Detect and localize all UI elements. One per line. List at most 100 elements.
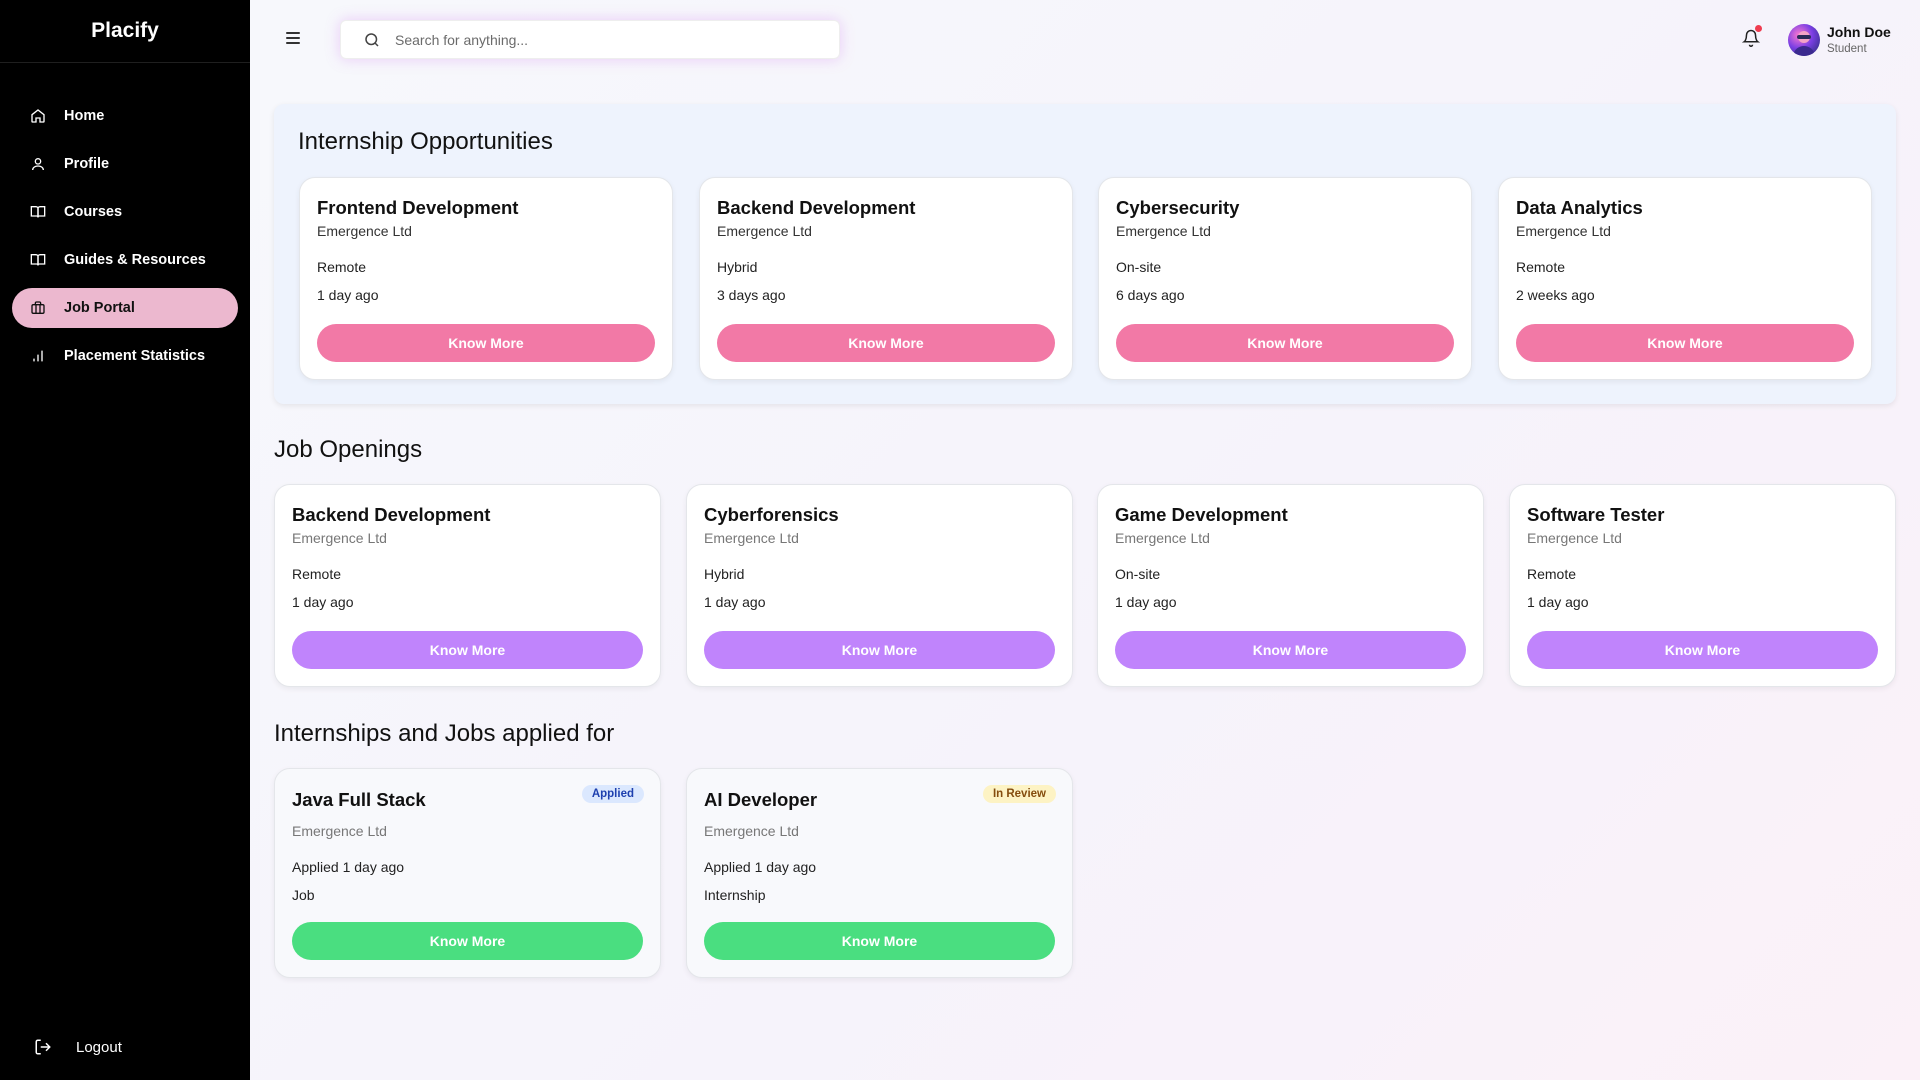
- sidebar-item-courses[interactable]: Courses: [12, 192, 238, 232]
- know-more-button[interactable]: Know More: [704, 631, 1055, 669]
- know-more-button[interactable]: Know More: [717, 324, 1055, 362]
- sidebar-nav: Home Profile Courses Guides & Resources …: [0, 63, 250, 376]
- know-more-button[interactable]: Know More: [1516, 324, 1854, 362]
- card-applied-date: Applied 1 day ago: [292, 859, 405, 875]
- logout-icon: [34, 1038, 52, 1056]
- internship-card: Data Analytics Emergence Ltd Remote 2 we…: [1498, 177, 1872, 380]
- card-company: Emergence Ltd: [1527, 530, 1622, 546]
- avatar[interactable]: [1788, 24, 1820, 56]
- card-mode: Remote: [1527, 566, 1577, 582]
- user-icon: [30, 156, 46, 172]
- card-posted: 1 day ago: [317, 287, 379, 303]
- sidebar-item-label: Job Portal: [64, 300, 135, 316]
- card-mode: Remote: [317, 259, 367, 275]
- section-title-jobs: Job Openings: [274, 436, 423, 463]
- sidebar-item-home[interactable]: Home: [12, 96, 238, 136]
- sidebar-item-profile[interactable]: Profile: [12, 144, 238, 184]
- search-bar[interactable]: [340, 20, 840, 59]
- card-title: Software Tester: [1527, 504, 1665, 525]
- internship-card: Backend Development Emergence Ltd Hybrid…: [699, 177, 1073, 380]
- card-posted: 3 days ago: [717, 287, 786, 303]
- card-mode: Remote: [292, 566, 342, 582]
- card-company: Emergence Ltd: [717, 223, 812, 239]
- sidebar-item-label: Home: [64, 108, 105, 124]
- logout-button[interactable]: Logout: [34, 1038, 122, 1056]
- logout-label: Logout: [76, 1038, 122, 1056]
- search-icon: [365, 32, 379, 47]
- notification-bell-icon[interactable]: [1741, 25, 1762, 50]
- card-mode: On-site: [1116, 259, 1162, 275]
- card-posted: 6 days ago: [1116, 287, 1185, 303]
- sidebar-item-guides[interactable]: Guides & Resources: [12, 240, 238, 280]
- card-posted: 1 day ago: [292, 594, 354, 610]
- status-badge: In Review: [982, 785, 1056, 803]
- card-type: Internship: [704, 887, 766, 903]
- user-role: Student: [1827, 43, 1867, 55]
- sidebar-item-label: Profile: [64, 156, 110, 172]
- card-company: Emergence Ltd: [292, 530, 387, 546]
- internship-card: Cybersecurity Emergence Ltd On-site 6 da…: [1098, 177, 1472, 380]
- menu-toggle-icon[interactable]: [286, 32, 300, 44]
- know-more-button[interactable]: Know More: [292, 631, 643, 669]
- book-icon: [30, 204, 46, 220]
- card-mode: Remote: [1516, 259, 1566, 275]
- job-card: Game Development Emergence Ltd On-site 1…: [1097, 484, 1484, 687]
- card-title: Game Development: [1115, 504, 1288, 525]
- card-mode: On-site: [1115, 566, 1161, 582]
- card-title: Frontend Development: [317, 197, 519, 218]
- notification-dot: [1755, 25, 1762, 32]
- card-title: Java Full Stack: [292, 789, 426, 810]
- card-title: Data Analytics: [1516, 197, 1643, 218]
- applied-card: AI Developer In Review Emergence Ltd App…: [686, 768, 1073, 978]
- card-title: Cyberforensics: [704, 504, 839, 525]
- bar-chart-icon: [30, 348, 46, 364]
- card-title: Cybersecurity: [1116, 197, 1240, 218]
- sidebar: Placify Home Profile Courses Guides & Re…: [0, 0, 250, 1080]
- top-bar: John Doe Student: [250, 0, 1920, 80]
- card-title: Backend Development: [717, 197, 916, 218]
- briefcase-icon: [30, 300, 46, 316]
- know-more-button[interactable]: Know More: [1116, 324, 1454, 362]
- card-company: Emergence Ltd: [1516, 223, 1611, 239]
- card-posted: 1 day ago: [704, 594, 766, 610]
- know-more-button[interactable]: Know More: [1527, 631, 1878, 669]
- card-posted: 1 day ago: [1527, 594, 1589, 610]
- know-more-button[interactable]: Know More: [704, 922, 1055, 960]
- home-icon: [30, 108, 46, 124]
- card-posted: 2 weeks ago: [1516, 287, 1595, 303]
- job-card: Cyberforensics Emergence Ltd Hybrid 1 da…: [686, 484, 1073, 687]
- applied-card: Java Full Stack Applied Emergence Ltd Ap…: [274, 768, 661, 978]
- user-name[interactable]: John Doe: [1827, 24, 1891, 40]
- know-more-button[interactable]: Know More: [317, 324, 655, 362]
- job-card: Software Tester Emergence Ltd Remote 1 d…: [1509, 484, 1896, 687]
- card-type: Job: [292, 887, 315, 903]
- card-company: Emergence Ltd: [1116, 223, 1211, 239]
- sidebar-item-label: Guides & Resources: [64, 252, 206, 268]
- search-input[interactable]: [395, 31, 795, 48]
- card-company: Emergence Ltd: [317, 223, 412, 239]
- card-title: Backend Development: [292, 504, 491, 525]
- sidebar-item-placement-statistics[interactable]: Placement Statistics: [12, 336, 238, 376]
- sidebar-item-job-portal[interactable]: Job Portal: [12, 288, 238, 328]
- card-mode: Hybrid: [717, 259, 758, 275]
- book-open-icon: [30, 252, 46, 268]
- card-mode: Hybrid: [704, 566, 745, 582]
- card-title: AI Developer: [704, 789, 818, 810]
- card-applied-date: Applied 1 day ago: [704, 859, 817, 875]
- internship-section: Internship Opportunities Frontend Develo…: [274, 104, 1896, 404]
- section-title-internships: Internship Opportunities: [298, 128, 553, 155]
- card-company: Emergence Ltd: [1115, 530, 1210, 546]
- job-card: Backend Development Emergence Ltd Remote…: [274, 484, 661, 687]
- sidebar-item-label: Courses: [64, 204, 123, 220]
- know-more-button[interactable]: Know More: [292, 922, 643, 960]
- section-title-applied: Internships and Jobs applied for: [274, 720, 615, 747]
- card-company: Emergence Ltd: [704, 823, 799, 839]
- card-company: Emergence Ltd: [292, 823, 387, 839]
- brand-logo[interactable]: Placify: [0, 0, 250, 63]
- status-badge: Applied: [581, 785, 644, 803]
- internship-card: Frontend Development Emergence Ltd Remot…: [299, 177, 673, 380]
- card-company: Emergence Ltd: [704, 530, 799, 546]
- know-more-button[interactable]: Know More: [1115, 631, 1466, 669]
- sidebar-item-label: Placement Statistics: [64, 348, 206, 364]
- card-posted: 1 day ago: [1115, 594, 1177, 610]
